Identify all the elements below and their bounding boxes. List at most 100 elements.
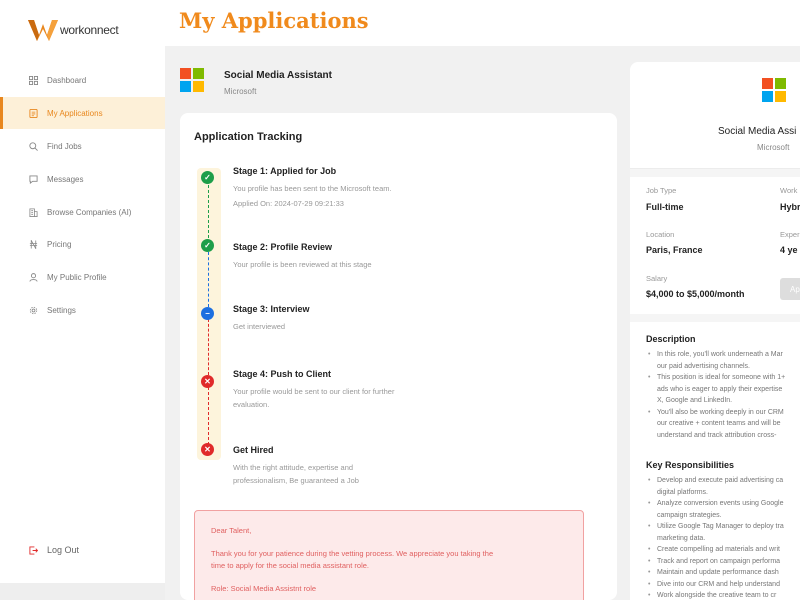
divider	[630, 169, 800, 177]
application-tracking-card: Application Tracking ✓ ✓ − ✕ ✕ Stage 1: …	[180, 113, 617, 600]
message-greeting: Dear Talent,	[211, 526, 252, 535]
divider	[630, 314, 800, 322]
list-item: Work alongside the creative team to cr	[646, 590, 800, 600]
user-icon	[29, 272, 38, 282]
cross-icon: ✕	[201, 375, 214, 388]
responsibilities-list: Develop and execute paid advertising ca d…	[646, 475, 800, 600]
grid-icon	[29, 75, 38, 85]
sidebar-item-label: Dashboard	[47, 75, 87, 85]
job-details-header: Social Media Assi Microsoft	[630, 62, 800, 169]
list-item: You'll also be working deeply in our CRM…	[646, 407, 800, 442]
salary-label: Salary	[646, 274, 668, 283]
stage-description-line: With the right attitude, expertise and	[233, 463, 354, 472]
list-item: Track and report on campaign performa	[646, 556, 800, 568]
logout-button[interactable]: Log Out	[0, 534, 165, 566]
job-company: Microsoft	[224, 87, 257, 96]
location-value: Paris, France	[646, 245, 703, 255]
work-value: Hybr	[780, 202, 800, 212]
list-item: Dive into our CRM and help understand	[646, 579, 800, 591]
job-summary: Social Media Assistant Microsoft	[180, 68, 332, 96]
stage-description-line: professionalism, Be guaranteed a Job	[233, 476, 359, 485]
list-item-line: ads who is eager to apply their expertis…	[657, 385, 783, 393]
timeline-connector	[208, 252, 209, 307]
list-item-line: digital platforms.	[657, 488, 708, 496]
sidebar-item-label: Browse Companies (AI)	[47, 207, 132, 217]
document-icon	[29, 108, 38, 118]
page-title: My Applications	[179, 8, 369, 33]
list-item-line: marketing data.	[657, 534, 706, 542]
description-title: Description	[646, 334, 696, 344]
description-list: In this role, you'll work underneath a M…	[646, 349, 800, 441]
message-body: Thank you for your patience during the v…	[211, 548, 567, 572]
job-type-value: Full-time	[646, 202, 684, 212]
list-item: Analyze conversion events using Google ca…	[646, 498, 800, 521]
stage-applied-date: Applied On: 2024-07-29 09:21:33	[233, 199, 344, 208]
logout-icon	[29, 545, 38, 555]
timeline-connector	[208, 387, 209, 445]
stage-profile-review: Stage 2: Profile Review Your profile is …	[233, 242, 433, 271]
sidebar-item-label: My Applications	[47, 108, 103, 118]
timeline-connector	[208, 185, 209, 243]
stage-description-line: Your profile would be sent to our client…	[233, 387, 395, 396]
work-label: Work	[780, 186, 798, 195]
sidebar-item-pricing[interactable]: Pricing	[0, 228, 165, 260]
message-icon	[29, 174, 38, 184]
tracking-title: Application Tracking	[194, 131, 303, 143]
sidebar-item-messages[interactable]: Messages	[0, 163, 165, 195]
experience-label: Exper	[780, 230, 800, 239]
stage-description: Your profile is been reviewed at this st…	[233, 260, 372, 269]
stage-description: Your profile would be sent to our client…	[233, 385, 438, 411]
message-line: Thank you for your patience during the v…	[211, 549, 494, 558]
list-item-line: Create compelling ad materials and writ	[657, 546, 780, 553]
experience-value: 4 ye	[780, 245, 798, 255]
sidebar-item-my-applications[interactable]: My Applications	[0, 97, 165, 129]
app-logo-text: workonnect	[60, 23, 119, 37]
gear-icon	[29, 306, 38, 314]
sidebar-item-label: Pricing	[47, 239, 72, 249]
cross-icon: ✕	[201, 443, 214, 456]
list-item: Create compelling ad materials and writ	[646, 544, 800, 556]
list-item-line: Utilize Google Tag Manager to deploy tra	[657, 523, 784, 530]
sidebar: workonnect Dashboard My Applications Fin…	[0, 0, 165, 583]
app-logo[interactable]: workonnect	[28, 18, 119, 42]
stage-title: Stage 2: Profile Review	[233, 242, 333, 252]
search-icon	[29, 141, 38, 151]
list-item-line: our creative + content teams and will be	[657, 420, 781, 427]
sidebar-item-my-public-profile[interactable]: My Public Profile	[0, 261, 165, 293]
stage-title: Stage 3: Interview	[233, 304, 310, 314]
salary-value: $4,000 to $5,000/month	[646, 289, 745, 299]
sidebar-item-label: My Public Profile	[47, 272, 107, 282]
check-icon: ✓	[201, 239, 214, 252]
list-item: In this role, you'll work underneath a M…	[646, 349, 800, 372]
check-icon: ✓	[201, 171, 214, 184]
microsoft-logo-icon	[762, 78, 786, 102]
list-item-line: Dive into our CRM and help understand	[657, 580, 780, 588]
message-role: Role: Social Media Assistnt role	[211, 584, 317, 593]
sidebar-item-label: Messages	[47, 174, 84, 184]
sidebar-item-browse-companies[interactable]: Browse Companies (AI)	[0, 196, 165, 228]
location-label: Location	[646, 230, 675, 239]
job-type-label: Job Type	[646, 186, 677, 195]
sidebar-item-settings[interactable]: Settings	[0, 294, 165, 326]
stage-get-hired: Get Hired With the right attitude, exper…	[233, 445, 433, 487]
apply-button[interactable]: Ap	[780, 278, 800, 300]
minus-icon: −	[201, 307, 214, 320]
list-item-line: In this role, you'll work underneath a M…	[657, 351, 783, 358]
sidebar-footer-strip	[0, 583, 165, 600]
list-item-line: our paid advertising channels.	[657, 362, 751, 370]
stage-push-to-client: Stage 4: Push to Client Your profile wou…	[233, 369, 438, 411]
list-item-line: Maintain and update performance dash	[657, 569, 779, 576]
list-item: This position is ideal for someone with …	[646, 372, 800, 407]
sidebar-item-find-jobs[interactable]: Find Jobs	[0, 130, 165, 162]
list-item-line: This position is ideal for someone with …	[657, 374, 786, 381]
sidebar-item-label: Settings	[47, 305, 76, 315]
list-item-line: understand and track attribution cross-	[657, 431, 777, 439]
list-item-line: Work alongside the creative team to cr	[657, 592, 777, 599]
stage-description: With the right attitude, expertise and p…	[233, 461, 433, 487]
sidebar-item-dashboard[interactable]: Dashboard	[0, 64, 165, 96]
sidebar-item-label: Find Jobs	[47, 141, 82, 151]
stage-description: You profile has been sent to the Microso…	[233, 182, 433, 210]
job-details-panel: Social Media Assi Microsoft Job Type Ful…	[630, 62, 800, 600]
stage-title: Stage 1: Applied for Job	[233, 166, 337, 176]
list-item-line: campaign strategies.	[657, 511, 722, 519]
